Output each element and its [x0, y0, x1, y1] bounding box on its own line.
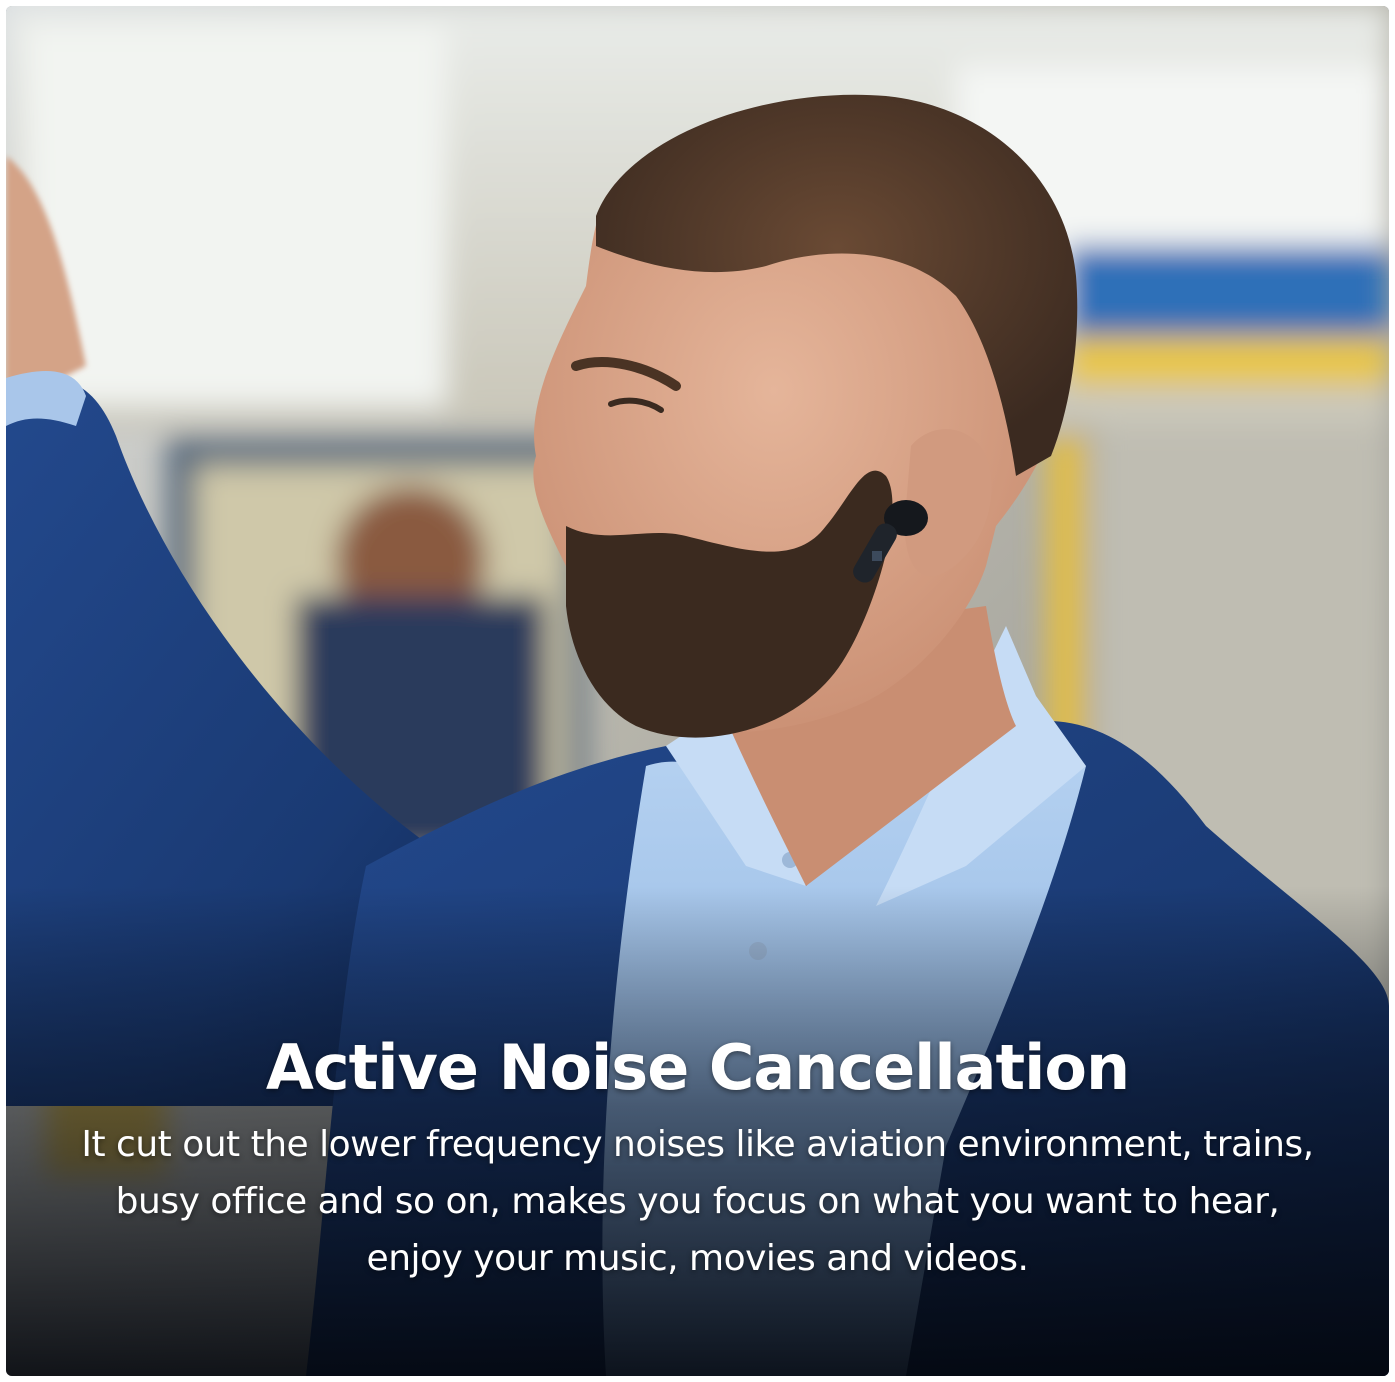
feature-description: It cut out the lower frequency noises li…	[81, 1124, 1314, 1279]
product-photo-frame: Active Noise Cancellation It cut out the…	[6, 6, 1389, 1376]
caption-block: Active Noise Cancellation It cut out the…	[6, 1026, 1389, 1287]
feature-headline: Active Noise Cancellation	[265, 1031, 1130, 1104]
